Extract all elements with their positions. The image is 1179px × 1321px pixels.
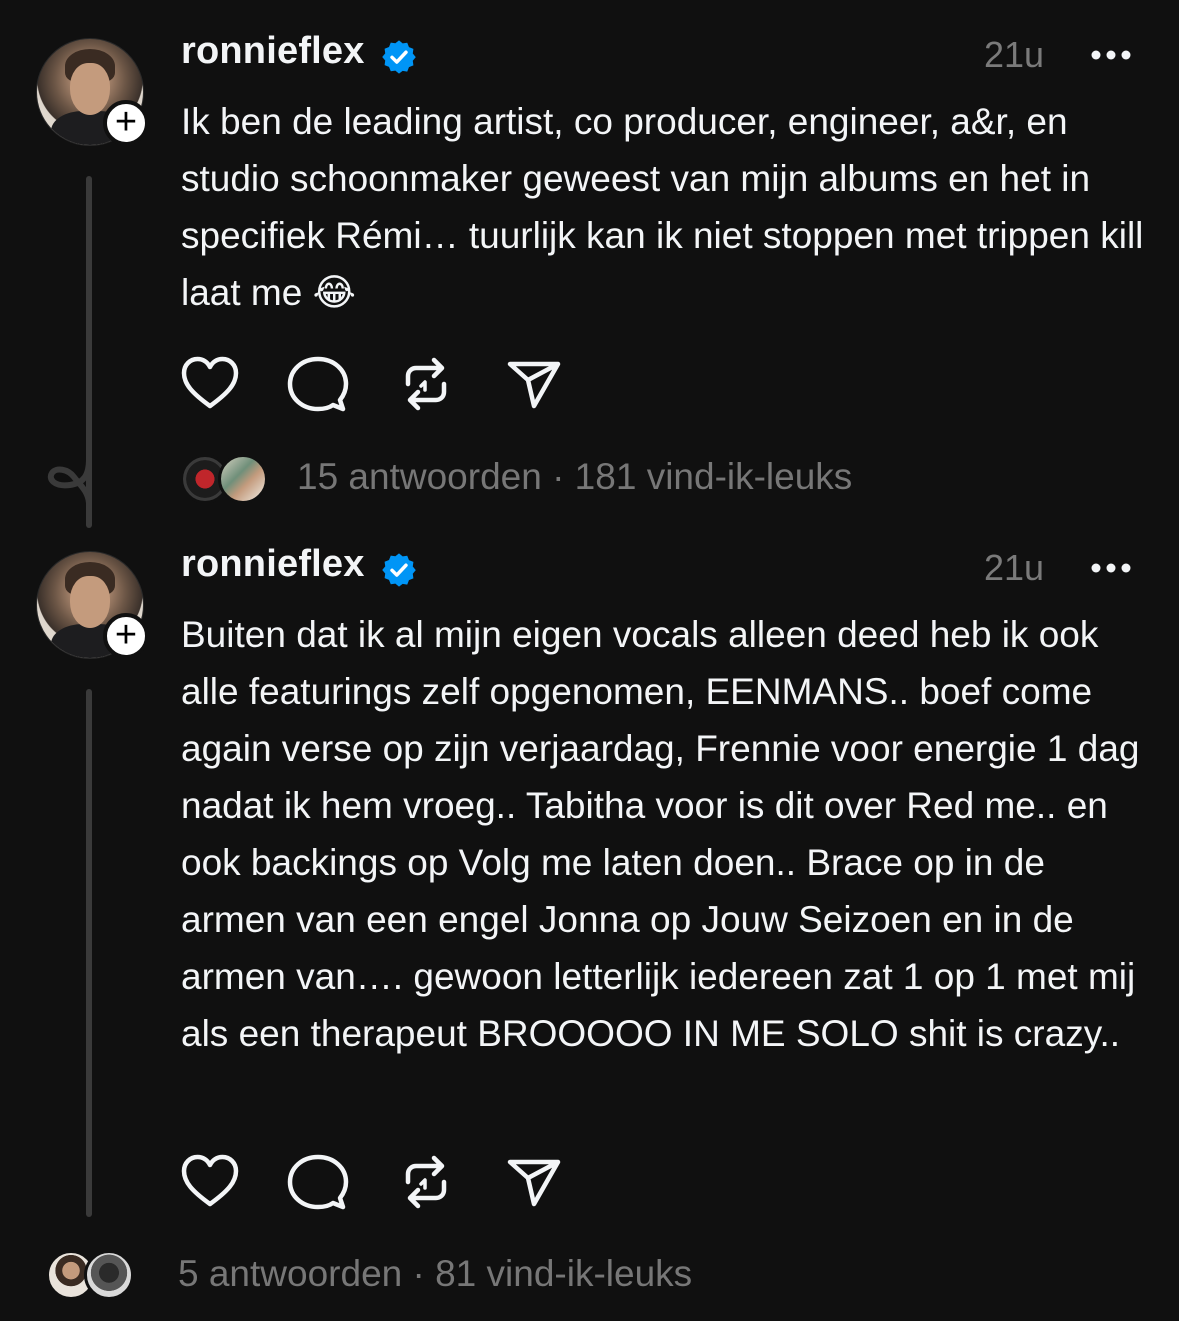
follow-plus-button[interactable]: + <box>103 613 149 659</box>
post-timestamp: 21u <box>984 34 1045 75</box>
author-username[interactable]: ronnieflex <box>181 30 365 73</box>
more-icon[interactable] <box>1088 557 1134 579</box>
post-body: Buiten dat ik al mijn eigen vocals allee… <box>181 614 1140 1054</box>
post-stats[interactable]: 5 antwoorden · 81 vind-ik-leuks <box>178 1253 692 1295</box>
share-icon <box>507 361 561 409</box>
heart-icon <box>181 1154 239 1207</box>
repost-icon <box>405 357 447 411</box>
heart-icon <box>181 356 239 409</box>
replier-avatar <box>84 1250 134 1300</box>
post-actions <box>178 1150 578 1210</box>
post-actions <box>178 352 578 412</box>
verified-icon <box>382 553 416 587</box>
thread-loop-icon <box>47 456 92 505</box>
author-username[interactable]: ronnieflex <box>181 543 365 586</box>
comment-button[interactable] <box>286 1150 350 1214</box>
share-button[interactable] <box>502 352 566 416</box>
verified-icon <box>382 40 416 74</box>
share-button[interactable] <box>502 1150 566 1214</box>
post-timestamp: 21u <box>984 547 1045 588</box>
repost-icon <box>405 1155 447 1209</box>
author-avatar[interactable]: + <box>36 551 149 659</box>
post-body: Ik ben de leading artist, co producer, e… <box>181 101 1144 313</box>
repost-button[interactable] <box>394 1150 458 1214</box>
share-icon <box>507 1159 561 1207</box>
like-button[interactable] <box>178 352 242 416</box>
repost-button[interactable] <box>394 352 458 416</box>
follow-plus-button[interactable]: + <box>103 100 149 146</box>
more-icon[interactable] <box>1088 44 1134 66</box>
thread-connector-line <box>86 689 92 1217</box>
author-avatar[interactable]: + <box>36 38 149 146</box>
replier-avatar <box>218 454 268 504</box>
comment-icon <box>287 1154 349 1210</box>
comment-icon <box>287 356 349 412</box>
like-button[interactable] <box>178 1150 242 1214</box>
post-stats[interactable]: 15 antwoorden · 181 vind-ik-leuks <box>297 456 852 498</box>
comment-button[interactable] <box>286 352 350 416</box>
